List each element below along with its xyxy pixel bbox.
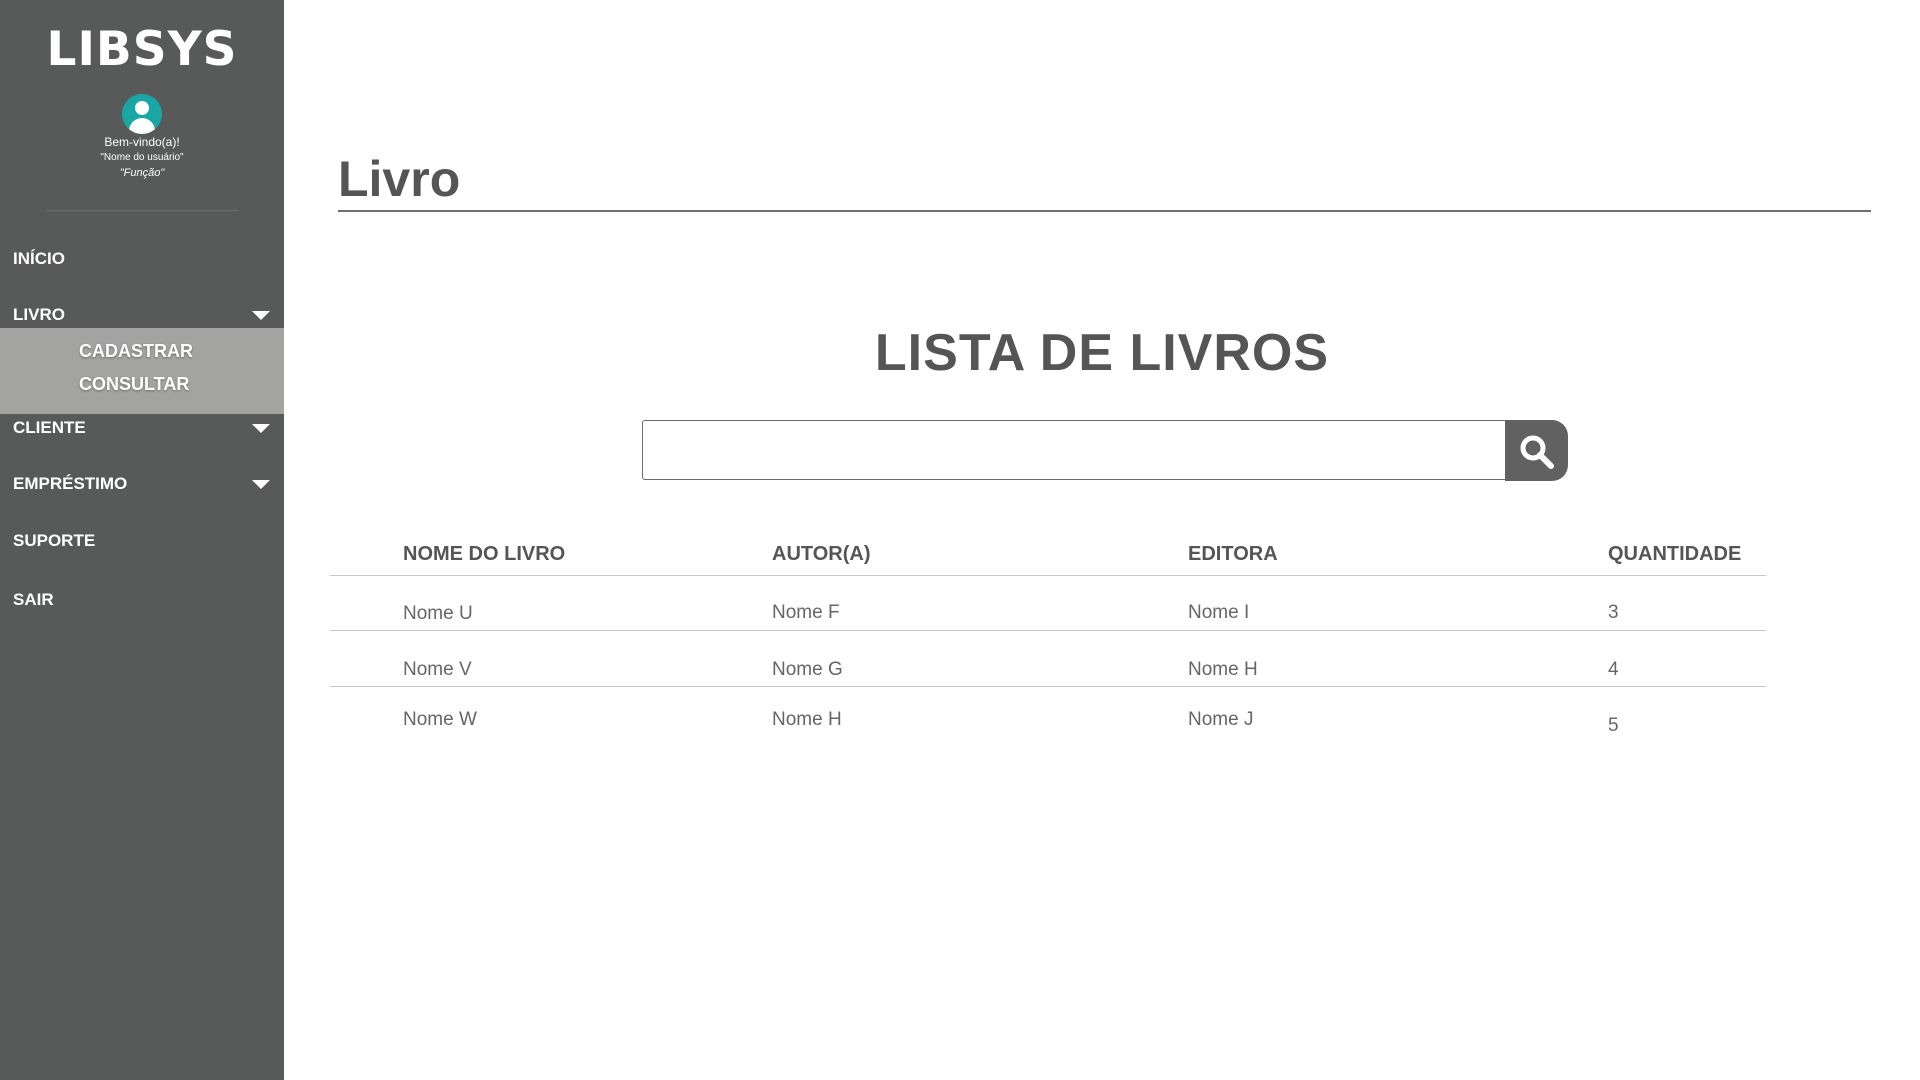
table-divider [330, 630, 1766, 631]
list-heading: LISTA DE LIVROS [874, 324, 1330, 382]
table-cell: 5 [1608, 715, 1619, 736]
sidebar-item-label: SAIR [13, 590, 54, 609]
sidebar-item-label: CLIENTE [13, 418, 86, 437]
search-icon [1520, 435, 1554, 469]
sidebar-item-label: LIVRO [13, 305, 65, 324]
user-name: "Nome do usuário" [100, 152, 184, 163]
column-header-publisher: EDITORA [1188, 543, 1278, 565]
table-cell: Nome G [772, 659, 843, 680]
user-avatar-icon [122, 94, 162, 134]
sidebar: LIBSYS Bem-vindo(a)! "Nome do usuário" "… [0, 0, 284, 1080]
search-input[interactable] [642, 420, 1506, 480]
title-divider [338, 210, 1871, 212]
table-cell: Nome I [1188, 602, 1250, 623]
column-header-author: AUTOR(A) [772, 543, 871, 565]
table-divider [330, 686, 1766, 687]
sidebar-item-suporte[interactable]: SUPORTE [0, 523, 284, 559]
table-cell: Nome W [403, 709, 477, 730]
submenu-item-consultar[interactable]: CONSULTAR [79, 374, 189, 395]
sidebar-item-label: EMPRÉSTIMO [13, 474, 128, 493]
table-cell: Nome U [403, 603, 473, 624]
table-cell: Nome J [1188, 709, 1254, 730]
table-cell: Nome H [1188, 659, 1258, 680]
column-header-name: NOME DO LIVRO [403, 543, 566, 565]
sidebar-item-sair[interactable]: SAIR [0, 582, 284, 618]
chevron-down-icon[interactable] [252, 311, 270, 320]
sidebar-item-inicio[interactable]: INÍCIO [0, 241, 284, 277]
table-cell: 3 [1608, 602, 1619, 623]
sidebar-divider [46, 210, 238, 211]
chevron-down-icon[interactable] [252, 480, 270, 489]
submenu-item-cadastrar[interactable]: CADASTRAR [79, 341, 193, 362]
table-cell: Nome V [403, 659, 472, 680]
sidebar-item-label: SUPORTE [13, 531, 96, 550]
column-header-quantity: QUANTIDADE [1608, 543, 1742, 565]
chevron-down-icon[interactable] [252, 424, 270, 433]
table-divider [330, 575, 1766, 576]
user-role: "Função" [119, 167, 165, 179]
sidebar-item-emprestimo[interactable]: EMPRÉSTIMO [0, 466, 284, 502]
welcome-text: Bem-vindo(a)! [104, 135, 180, 149]
livro-submenu: CADASTRAR CONSULTAR [0, 328, 284, 414]
search-button[interactable] [1505, 420, 1568, 481]
table-cell: Nome H [772, 709, 842, 730]
sidebar-item-cliente[interactable]: CLIENTE [0, 410, 284, 446]
page-title: Livro [338, 151, 461, 207]
sidebar-item-label: INÍCIO [13, 249, 65, 268]
table-cell: 4 [1608, 659, 1619, 680]
table-cell: Nome F [772, 602, 840, 623]
app-logo: LIBSYS [46, 22, 238, 77]
